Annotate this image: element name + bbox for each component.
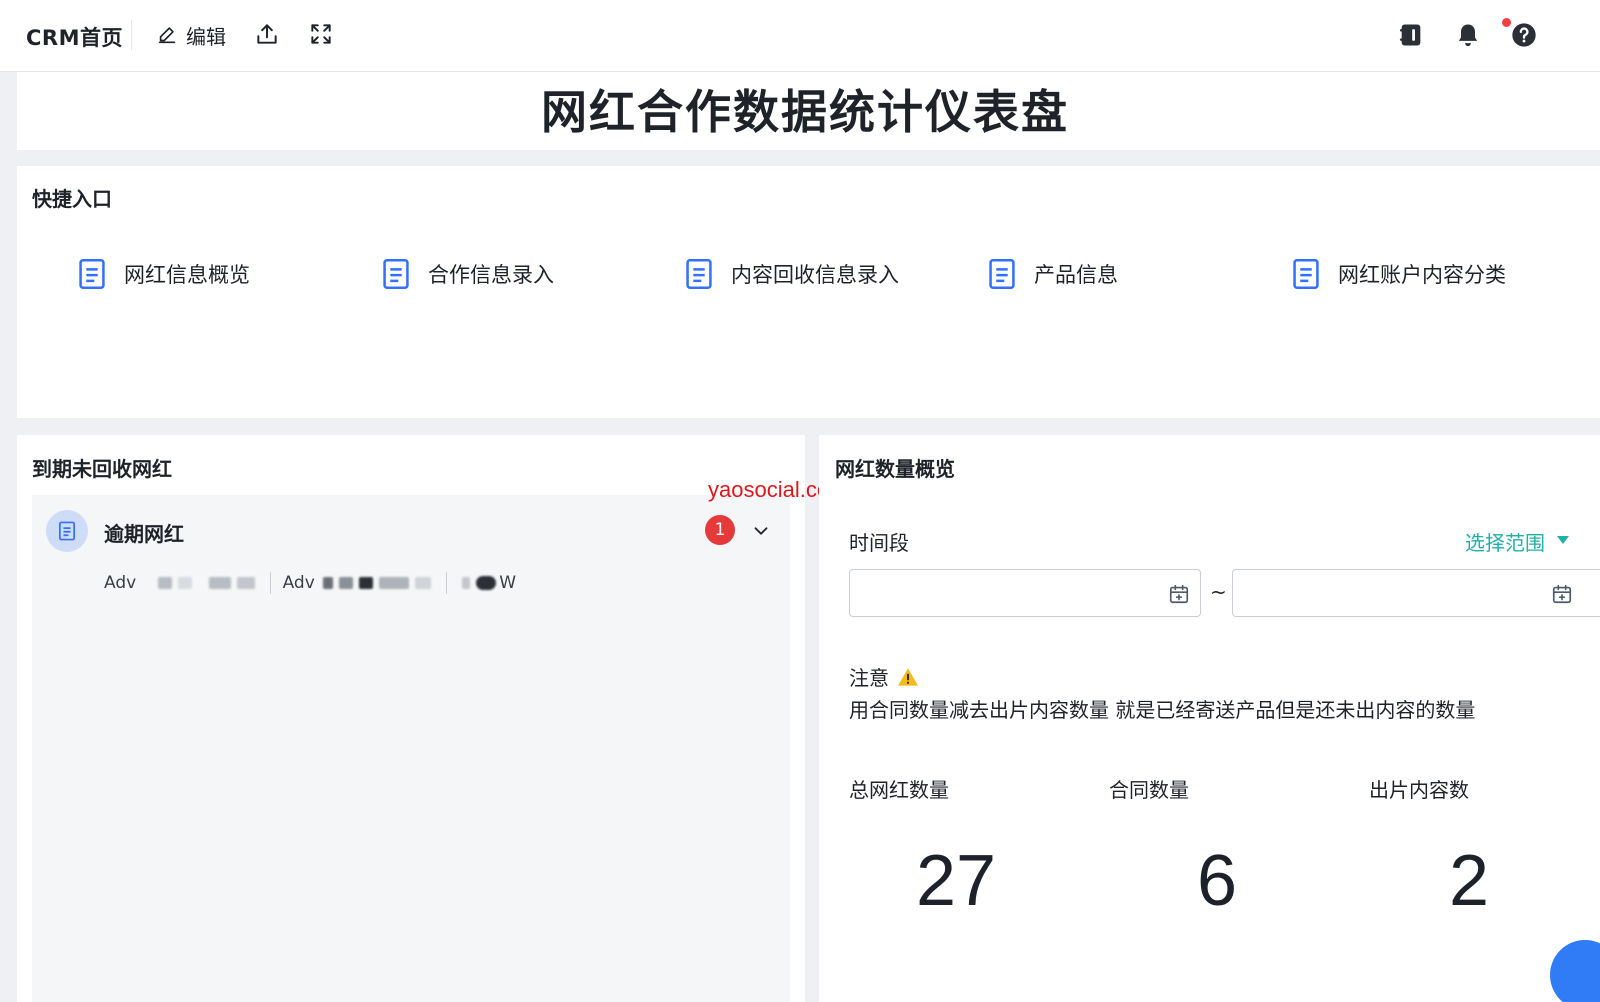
redacted-text xyxy=(379,577,410,589)
note-text: 用合同数量减去出片内容数量 就是已经寄送产品但是还未出内容的数量 xyxy=(849,698,1476,722)
quick-item-account-category[interactable]: 网红账户内容分类 xyxy=(1292,256,1506,292)
quick-item-label: 合作信息录入 xyxy=(428,263,554,287)
quick-entry-card xyxy=(17,166,1600,418)
redacted-text xyxy=(462,577,471,589)
bell-icon[interactable] xyxy=(1454,21,1482,49)
overdue-tag-list: Adv Adv W xyxy=(104,570,528,596)
page-title: 网红合作数据统计仪表盘 xyxy=(541,85,1069,139)
redacted-text xyxy=(208,577,231,589)
quick-item-label: 内容回收信息录入 xyxy=(731,263,899,287)
document-icon xyxy=(79,259,105,289)
caret-down-icon[interactable] xyxy=(1557,536,1569,544)
redacted-text xyxy=(476,576,497,590)
quick-item-product-info[interactable]: 产品信息 xyxy=(988,256,1118,292)
document-icon xyxy=(59,521,75,541)
overdue-tag[interactable]: Adv xyxy=(104,573,270,593)
quick-entry-title: 快捷入口 xyxy=(32,187,112,211)
stat-label-total: 总网红数量 xyxy=(849,778,949,802)
notebook-icon[interactable] xyxy=(1397,21,1425,49)
document-icon xyxy=(989,259,1015,289)
overdue-tag[interactable]: Adv xyxy=(271,573,447,593)
stat-label-content: 出片内容数 xyxy=(1369,778,1469,802)
edit-icon xyxy=(158,27,176,44)
redacted-text xyxy=(157,577,172,589)
group-avatar xyxy=(46,510,88,552)
redacted-text xyxy=(236,577,255,589)
end-date-field[interactable] xyxy=(1232,569,1600,617)
overdue-panel-title: 到期未回收网红 xyxy=(32,457,172,481)
note-title: 注意 xyxy=(849,662,919,691)
quick-item-label: 产品信息 xyxy=(1034,263,1118,287)
stat-label-contracts: 合同数量 xyxy=(1109,778,1189,802)
select-range-button[interactable]: 选择范围 xyxy=(1465,527,1545,556)
fullscreen-icon[interactable] xyxy=(308,21,334,47)
title-wrap: 网红合作数据统计仪表盘 xyxy=(0,72,1600,150)
end-date-input[interactable] xyxy=(1233,570,1600,616)
range-separator: ~ xyxy=(1210,580,1227,604)
app-title[interactable]: CRM首页 xyxy=(26,22,123,52)
redacted-text xyxy=(177,577,192,589)
warning-icon xyxy=(898,667,918,686)
tag-text: W xyxy=(499,573,516,593)
chevron-down-icon[interactable] xyxy=(750,520,772,542)
stat-value-content: 2 xyxy=(1448,841,1490,921)
edit-label: 编辑 xyxy=(186,24,226,49)
stat-value-contracts: 6 xyxy=(1196,841,1238,921)
document-icon xyxy=(383,259,409,289)
overdue-group-title: 逾期网红 xyxy=(104,522,184,546)
start-date-input[interactable] xyxy=(850,570,1200,616)
redacted-text xyxy=(359,577,374,589)
calendar-icon[interactable] xyxy=(1168,583,1190,605)
tag-text: Adv xyxy=(104,573,137,593)
document-icon xyxy=(1293,259,1319,289)
edit-button[interactable]: 编辑 xyxy=(156,20,226,50)
top-bar: CRM首页 编辑 xyxy=(0,0,1600,72)
document-icon xyxy=(686,259,712,289)
help-icon[interactable] xyxy=(1510,21,1538,49)
calendar-icon[interactable] xyxy=(1551,583,1573,605)
quick-item-label: 网红账户内容分类 xyxy=(1338,263,1506,287)
tag-text: Adv xyxy=(282,573,315,593)
redacted-text xyxy=(415,577,432,589)
count-badge: 1 xyxy=(705,515,735,545)
redacted-text xyxy=(339,577,354,589)
time-range-label: 时间段 xyxy=(849,531,909,555)
stat-value-total: 27 xyxy=(915,841,997,921)
overdue-tag[interactable]: W xyxy=(447,573,528,593)
quick-item-content-recovery[interactable]: 内容回收信息录入 xyxy=(685,256,899,292)
redacted-text xyxy=(323,577,334,589)
quick-item-influencer-overview[interactable]: 网红信息概览 xyxy=(78,256,250,292)
overview-panel-title: 网红数量概览 xyxy=(835,457,955,481)
note-label: 注意 xyxy=(849,666,889,690)
quick-item-cooperation-entry[interactable]: 合作信息录入 xyxy=(382,256,554,292)
quick-item-label: 网红信息概览 xyxy=(124,263,250,287)
start-date-field[interactable] xyxy=(849,569,1201,617)
divider xyxy=(131,20,132,50)
share-icon[interactable] xyxy=(254,21,280,47)
